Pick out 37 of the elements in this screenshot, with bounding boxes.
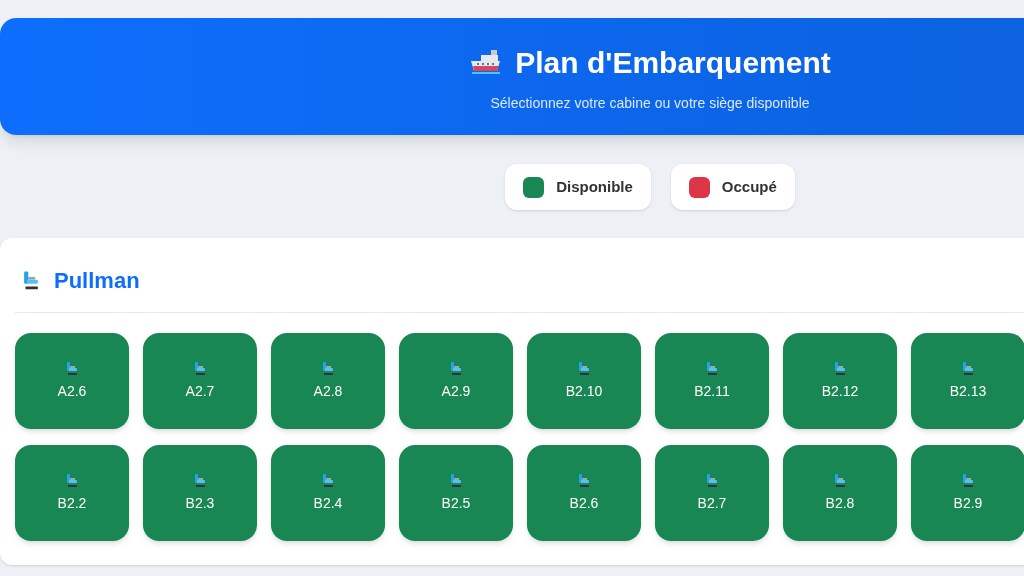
legend-label: Occupé [721,176,777,197]
seat-icon [960,472,976,489]
seat-button[interactable]: B2.4 [271,445,385,541]
seat-icon [832,360,848,377]
seat-icon [320,472,336,489]
seat-button[interactable]: B2.13 [911,333,1024,429]
seat-button[interactable]: B2.9 [911,445,1024,541]
seat-button[interactable]: B2.2 [15,445,129,541]
seat-button[interactable]: B2.5 [399,445,513,541]
seat-icon [64,360,80,377]
page-title: Plan d'Embarquement [515,44,831,81]
page-subtitle: Sélectionnez votre cabine ou votre siège disponible [490,93,810,113]
seat-button[interactable]: A2.6 [15,333,129,429]
seat-button[interactable]: B2.7 [655,445,769,541]
seat-icon [448,360,464,377]
seat-icon [704,360,720,377]
seat-icon [704,472,720,489]
seat-icon [832,472,848,489]
seat-button[interactable]: A2.9 [399,333,513,429]
section-title: Pullman [54,267,140,295]
seat-icon [960,360,976,377]
seat-icon [576,472,592,489]
seat-icon [192,472,208,489]
seat-button[interactable]: B2.8 [783,445,897,541]
seat-button[interactable]: A2.8 [271,333,385,429]
seat-icon [576,360,592,377]
seat-button[interactable]: A2.7 [143,333,257,429]
legend-label: Disponible [556,176,633,197]
seat-button[interactable]: B2.10 [527,333,641,429]
seat-button[interactable]: B2.12 [783,333,897,429]
seat-button[interactable]: B2.11 [655,333,769,429]
seat-button[interactable]: B2.6 [527,445,641,541]
seat-icon [64,472,80,489]
seat-button[interactable]: B2.3 [143,445,257,541]
seat-icon [192,360,208,377]
seat-icon [320,360,336,377]
seat-icon [448,472,464,489]
